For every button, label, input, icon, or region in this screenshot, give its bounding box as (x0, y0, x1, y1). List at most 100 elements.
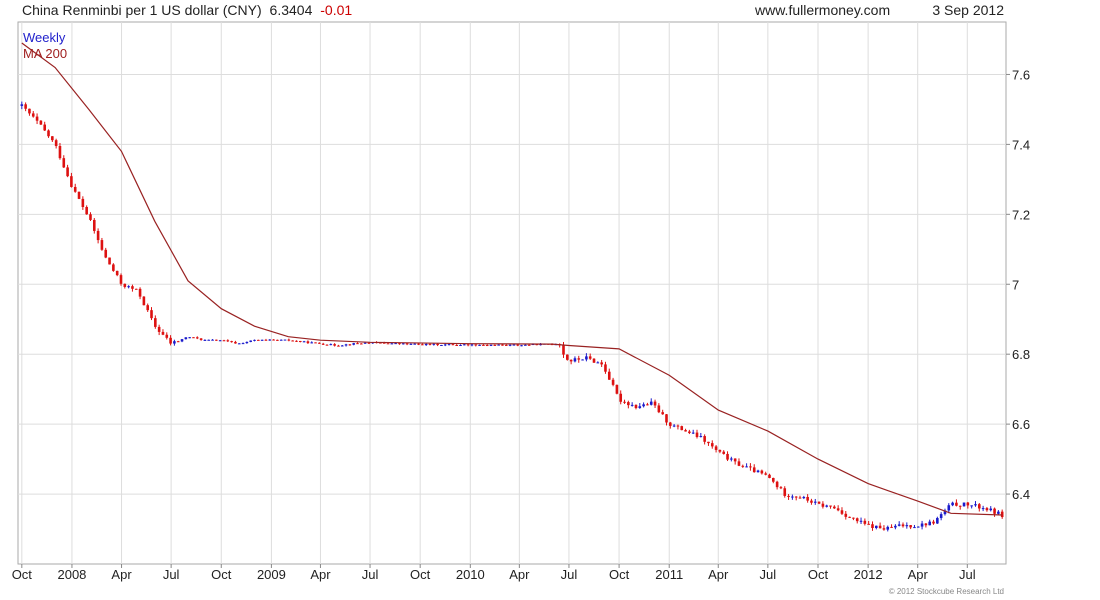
candle-body (386, 343, 390, 345)
candle-body (619, 393, 623, 402)
candle-body (646, 404, 649, 406)
candle-body (173, 341, 176, 344)
y-tick-label: 7.6 (1012, 67, 1030, 82)
candle-body (592, 358, 596, 363)
candle (283, 339, 287, 341)
chart-title: China Renminbi per 1 US dollar (CNY) (22, 2, 262, 18)
candle-body (237, 343, 241, 345)
candle (108, 257, 111, 265)
candle-body (527, 344, 531, 346)
candle-body (661, 412, 664, 415)
x-axis-ticks: Oct 2008 Apr Jul Oct 2009 Apr Jul Oct 2010 Apr Jul O… (12, 564, 976, 582)
candle-body (730, 458, 733, 460)
candle-body (409, 343, 413, 345)
candle-body (840, 510, 844, 514)
candle-body (73, 186, 77, 192)
candle-body (432, 343, 436, 345)
candle-body (85, 206, 88, 215)
candle-body (970, 505, 973, 507)
candle-body (436, 343, 439, 346)
candle-body (333, 344, 336, 346)
candle-body (295, 340, 298, 342)
candle-body (455, 344, 458, 346)
candle-body (764, 473, 767, 475)
candle (962, 502, 966, 507)
candle-body (161, 331, 165, 335)
candle-body (47, 130, 50, 137)
price-chart: 6.4 6.6 6.8 7 7.2 7.4 7.6 Oct 2008 Apr Jul Oct 2009… (12, 2, 1030, 596)
candle-body (669, 422, 672, 426)
candle-body (821, 503, 825, 507)
candle (39, 120, 43, 126)
candle-body (768, 474, 771, 478)
candle-body (871, 524, 874, 528)
candle-body (70, 176, 73, 187)
candle-body (985, 508, 989, 511)
candle-body (401, 343, 405, 345)
candle-body (855, 518, 859, 522)
candle-body (123, 283, 127, 287)
candle-body (340, 345, 344, 347)
candle-body (566, 354, 569, 360)
candle-body (672, 425, 676, 427)
candle-body (722, 451, 726, 454)
candle-body (66, 167, 69, 177)
candle-body (974, 504, 977, 506)
candle-body (279, 339, 283, 341)
candle-body (268, 339, 272, 341)
candle-body (962, 502, 966, 507)
y-tick-label: 6.8 (1012, 347, 1030, 362)
candle-body (249, 340, 252, 342)
candle-body (306, 341, 310, 344)
candle-body (829, 505, 832, 507)
candle-body (363, 342, 367, 344)
x-tick-label: 2012 (854, 567, 883, 582)
candle-body (665, 414, 668, 423)
candle-body (630, 404, 634, 406)
candle-body (863, 520, 867, 524)
candle-body (848, 516, 851, 518)
candle (386, 343, 390, 345)
candle (615, 384, 619, 395)
candle-body (798, 497, 802, 499)
candle-body (35, 116, 39, 121)
x-tick-label: Apr (111, 567, 132, 582)
candle (566, 354, 569, 361)
candle-body (688, 431, 691, 433)
candle-body (607, 371, 611, 380)
candle-body (642, 404, 645, 407)
candle (314, 342, 317, 344)
candle-body (787, 495, 790, 497)
candle-body (28, 108, 31, 114)
candle-body (390, 343, 394, 345)
price-change: -0.01 (320, 2, 352, 18)
candle-body (440, 344, 443, 346)
candle-body (989, 508, 993, 511)
candle-body (695, 432, 699, 437)
candle-body (482, 344, 485, 346)
candle-body (424, 343, 428, 346)
candle-body (234, 341, 237, 344)
candle-body (199, 338, 203, 340)
candle-body (600, 362, 603, 365)
candle-body (913, 527, 916, 529)
candle-body (54, 140, 58, 147)
candle (142, 296, 146, 306)
site-url: www.fullermoney.com (754, 2, 890, 18)
candle-body (775, 481, 779, 488)
candle-body (188, 337, 191, 339)
candle-body (501, 344, 504, 346)
candle-body (310, 342, 314, 344)
candle-body (833, 506, 836, 509)
candle-body (344, 344, 348, 346)
candle-body (463, 344, 466, 346)
x-tick-label: Jul (362, 567, 379, 582)
candle-body (909, 525, 912, 528)
candle-body (779, 487, 783, 489)
x-tick-label: 2010 (456, 567, 485, 582)
y-tick-label: 7 (1012, 277, 1019, 292)
candle-body (726, 453, 729, 460)
candle-body (680, 426, 684, 431)
candle-body (928, 521, 932, 526)
candle-body (485, 345, 489, 347)
